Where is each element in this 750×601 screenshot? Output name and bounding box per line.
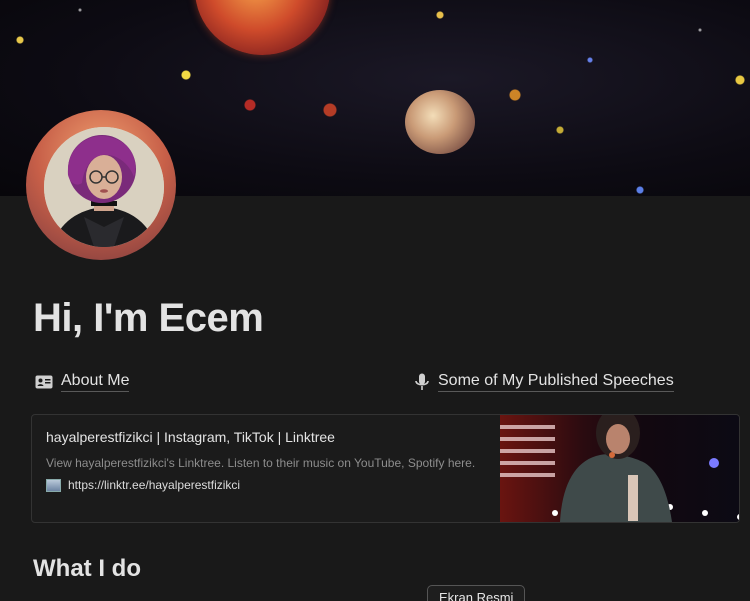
cover-planet-large [195,0,330,55]
bookmark-url: https://linktr.ee/hayalperestfizikci [68,478,241,492]
contact-card-icon [35,375,53,389]
cover-planet-small [405,90,475,154]
bookmark-url-row: https://linktr.ee/hayalperestfizikci [46,478,486,492]
notion-page: Hi, I'm Ecem About Me Some of My Publish… [0,0,750,601]
bookmark-description: View hayalperestfizikci's Linktree. List… [46,456,476,470]
page-title: Hi, I'm Ecem [33,296,264,340]
tooltip: Ekran Resmi [427,585,526,601]
bookmark-thumbnail [500,415,739,522]
avatar[interactable] [44,127,164,247]
bookmark-title: hayalperestfizikci | Instagram, TikTok |… [46,429,335,445]
page-link-label[interactable]: Some of My Published Speeches [438,372,674,392]
section-heading-what-i-do: What I do [33,555,141,582]
bookmark-card[interactable]: hayalperestfizikci | Instagram, TikTok |… [31,414,740,523]
microphone-icon [415,373,429,390]
bookmark-text: hayalperestfizikci | Instagram, TikTok |… [32,415,500,522]
page-link-published-speeches[interactable]: Some of My Published Speeches [414,372,674,392]
image-favicon-icon [46,478,61,492]
page-link-about-me[interactable]: About Me [35,372,130,392]
page-link-label[interactable]: About Me [61,372,130,392]
